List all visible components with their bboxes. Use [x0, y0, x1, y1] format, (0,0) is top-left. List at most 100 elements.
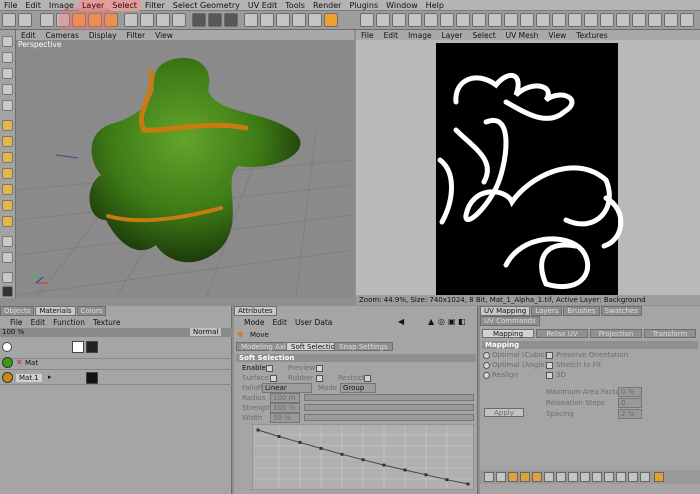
model-mode-icon[interactable] [244, 13, 258, 27]
mat-channel-icon[interactable] [86, 341, 98, 353]
bodypaint-tool-icon[interactable] [520, 13, 534, 27]
menu-select[interactable]: Select [108, 0, 141, 11]
bodypaint-tool-icon[interactable] [360, 13, 374, 27]
uv-menu-item[interactable]: Layer [437, 31, 468, 40]
bodypaint-tool-icon[interactable] [488, 13, 502, 27]
new-window-icon[interactable]: ◧ [458, 317, 466, 326]
blend-mode-select[interactable]: Normal [190, 328, 222, 336]
mat-menu-file[interactable]: File [6, 318, 27, 327]
bodypaint-tool-icon[interactable] [600, 13, 614, 27]
uv-menu-item[interactable]: UV Mesh [501, 31, 544, 40]
realign-radio[interactable] [483, 372, 490, 379]
y-axis-icon[interactable] [140, 13, 154, 27]
falloff-select[interactable]: Linear [262, 383, 312, 393]
tab-materials[interactable]: Materials [35, 306, 76, 316]
brush-icon[interactable] [2, 120, 13, 131]
z-axis-icon[interactable] [156, 13, 170, 27]
live-select-icon[interactable] [40, 13, 54, 27]
strength-slider[interactable] [304, 404, 474, 411]
uv-tool-icon[interactable] [580, 472, 590, 482]
lock-icon[interactable]: ▣ [448, 317, 456, 326]
bodypaint-tool-icon[interactable] [616, 13, 630, 27]
tab-layers[interactable]: Layers [531, 306, 563, 316]
palette-tool-icon[interactable] [2, 36, 13, 47]
perspective-viewport[interactable]: Perspective [16, 40, 354, 298]
rubber-checkbox[interactable] [316, 375, 323, 382]
bodypaint-tool-icon[interactable] [632, 13, 646, 27]
object-mode-icon[interactable] [260, 13, 274, 27]
menu-file[interactable]: File [0, 0, 21, 11]
curve-knot[interactable] [361, 458, 365, 462]
uv-tool-icon[interactable] [484, 472, 494, 482]
uv-tool-icon[interactable] [604, 472, 614, 482]
dodge-icon[interactable] [2, 200, 13, 211]
uv-tool-icon[interactable] [544, 472, 554, 482]
bodypaint-tool-icon[interactable] [376, 13, 390, 27]
tab-brushes[interactable]: Brushes [563, 306, 600, 316]
points-mode-icon[interactable] [292, 13, 306, 27]
uv-tool-icon[interactable] [654, 472, 664, 482]
width-slider[interactable] [304, 414, 474, 421]
render-view-icon[interactable] [192, 13, 206, 27]
search-icon[interactable]: ◎ [438, 317, 445, 326]
edges-mode-icon[interactable] [308, 13, 322, 27]
uv-tool-icon[interactable] [556, 472, 566, 482]
back-arrow-icon[interactable]: ◀ [398, 317, 404, 326]
enable-checkbox[interactable] [266, 365, 273, 372]
uv-tool-icon[interactable] [640, 472, 650, 482]
smudge-icon[interactable] [2, 184, 13, 195]
radius-slider[interactable] [304, 394, 474, 401]
star-icon[interactable] [2, 252, 13, 263]
tab-colors[interactable]: Colors [76, 306, 107, 316]
restrict-checkbox[interactable] [364, 375, 371, 382]
subtab-mapping[interactable]: Mapping [482, 329, 534, 338]
strength-field[interactable]: 100 % [270, 403, 300, 413]
mat-menu-edit[interactable]: Edit [27, 318, 50, 327]
optimal-angle-radio[interactable] [483, 362, 490, 369]
relaxation-steps-field[interactable]: 0 [618, 398, 642, 408]
menu-window[interactable]: Window [382, 0, 422, 11]
bodypaint-tool-icon[interactable] [392, 13, 406, 27]
bodypaint-tool-icon[interactable] [440, 13, 454, 27]
curve-knot[interactable] [424, 473, 428, 477]
uv-tool-icon[interactable] [616, 472, 626, 482]
viewport-menu-item[interactable]: Display [84, 31, 122, 40]
mat-channel-icon[interactable] [72, 341, 84, 353]
falloff-curve-graph[interactable] [252, 424, 474, 490]
bodypaint-tool-icon[interactable] [424, 13, 438, 27]
menu-plugins[interactable]: Plugins [345, 0, 382, 11]
up-arrow-icon[interactable]: ▲ [428, 317, 434, 326]
uv-tool-icon[interactable] [628, 472, 638, 482]
uv-menu-item[interactable]: File [356, 31, 379, 40]
subtab-snap-settings[interactable]: Snap Settings [334, 342, 393, 351]
width-field[interactable]: 50 % [270, 413, 300, 423]
mat-menu-texture[interactable]: Texture [89, 318, 124, 327]
bodypaint-tool-icon[interactable] [504, 13, 518, 27]
viewport-menu-item[interactable]: Cameras [41, 31, 84, 40]
uv-menu-item[interactable]: Textures [571, 31, 612, 40]
spacing-field[interactable]: 2 % [618, 409, 642, 419]
mat-menu-function[interactable]: Function [49, 318, 89, 327]
uv-menu-item[interactable]: Edit [379, 31, 404, 40]
mat-channel-icon[interactable] [86, 372, 98, 384]
bodypaint-tool-icon[interactable] [648, 13, 662, 27]
undo-icon[interactable] [2, 13, 16, 27]
bodypaint-tool-icon[interactable] [680, 13, 694, 27]
text-tool-icon[interactable] [2, 236, 13, 247]
close-icon[interactable]: ✕ [16, 358, 23, 367]
curve-knot[interactable] [319, 446, 323, 450]
attr-menu-edit[interactable]: Edit [268, 318, 291, 327]
curve-knot[interactable] [277, 434, 281, 438]
tab-objects[interactable]: Objects [0, 306, 35, 316]
viewport-menu-item[interactable]: Filter [122, 31, 151, 40]
radius-field[interactable]: 100 m [270, 393, 300, 403]
bodypaint-tool-icon[interactable] [568, 13, 582, 27]
x-axis-icon[interactable] [124, 13, 138, 27]
render-region-icon[interactable] [208, 13, 222, 27]
bodypaint-tool-icon[interactable] [456, 13, 470, 27]
curve-knot[interactable] [340, 452, 344, 456]
polygons-mode-icon[interactable] [324, 13, 338, 27]
bodypaint-tool-icon[interactable] [584, 13, 598, 27]
menu-edit[interactable]: Edit [21, 0, 45, 11]
clone-icon[interactable] [2, 152, 13, 163]
